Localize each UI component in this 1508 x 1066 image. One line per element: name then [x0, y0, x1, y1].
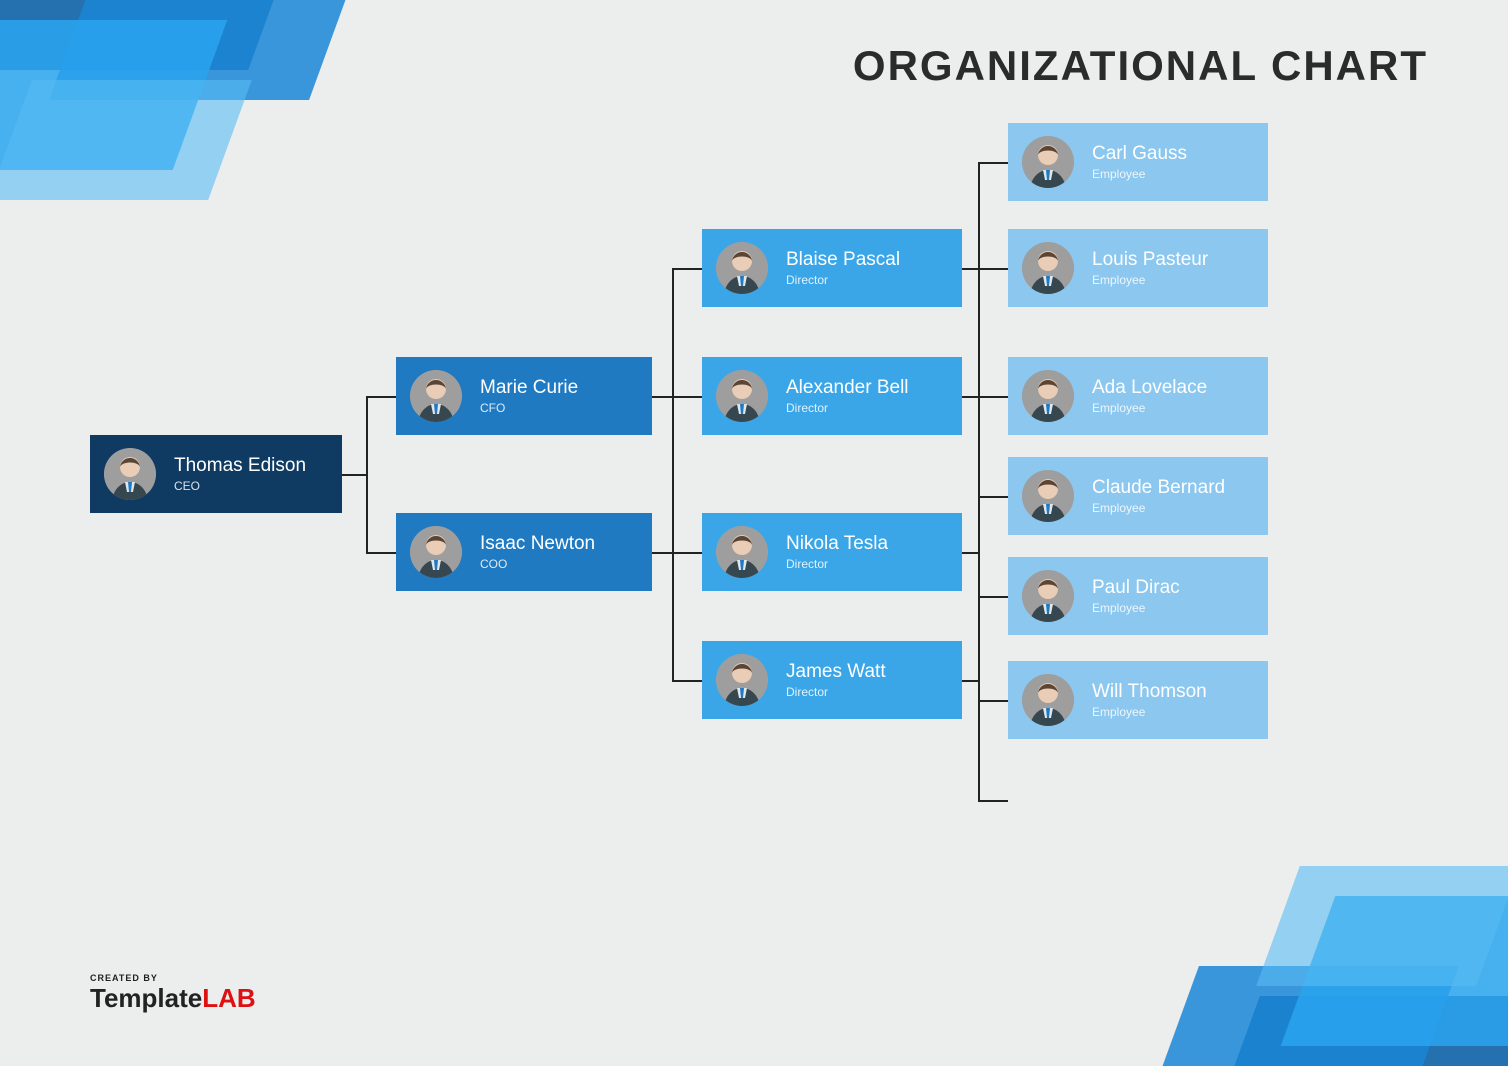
avatar-icon [716, 242, 768, 294]
credit-label: CREATED BY [90, 973, 256, 983]
node-name: James Watt [786, 661, 886, 683]
node-name: Louis Pasteur [1092, 249, 1208, 271]
node-name: Carl Gauss [1092, 143, 1187, 165]
node-director: Blaise Pascal Director [702, 229, 962, 307]
avatar-icon [1022, 570, 1074, 622]
node-name: Isaac Newton [480, 533, 595, 555]
avatar-icon [1022, 674, 1074, 726]
avatar-icon [410, 526, 462, 578]
avatar-icon [1022, 242, 1074, 294]
node-director: Nikola Tesla Director [702, 513, 962, 591]
node-name: Ada Lovelace [1092, 377, 1207, 399]
node-name: Marie Curie [480, 377, 578, 399]
node-cfo: Marie Curie CFO [396, 357, 652, 435]
footer-credit: CREATED BY TemplateLAB [90, 973, 256, 1014]
node-role: Director [786, 401, 909, 415]
node-ceo: Thomas Edison CEO [90, 435, 342, 513]
avatar-icon [104, 448, 156, 500]
node-role: Employee [1092, 273, 1208, 287]
page-title: ORGANIZATIONAL CHART [853, 42, 1428, 90]
node-employee: Claude Bernard Employee [1008, 457, 1268, 535]
node-role: Employee [1092, 167, 1187, 181]
node-role: Employee [1092, 601, 1180, 615]
node-role: Director [786, 685, 886, 699]
brand-name-b: LAB [202, 983, 255, 1013]
avatar-icon [410, 370, 462, 422]
node-employee: Will Thomson Employee [1008, 661, 1268, 739]
node-director: Alexander Bell Director [702, 357, 962, 435]
avatar-icon [716, 526, 768, 578]
brand-name-a: Template [90, 983, 202, 1013]
node-director: James Watt Director [702, 641, 962, 719]
node-role: CEO [174, 479, 306, 493]
node-role: Director [786, 557, 888, 571]
node-employee: Paul Dirac Employee [1008, 557, 1268, 635]
node-name: Nikola Tesla [786, 533, 888, 555]
node-employee: Ada Lovelace Employee [1008, 357, 1268, 435]
node-name: Thomas Edison [174, 455, 306, 477]
decor-top-left [0, 0, 460, 300]
avatar-icon [1022, 470, 1074, 522]
node-coo: Isaac Newton COO [396, 513, 652, 591]
node-name: Will Thomson [1092, 681, 1207, 703]
node-employee: Louis Pasteur Employee [1008, 229, 1268, 307]
node-name: Alexander Bell [786, 377, 909, 399]
avatar-icon [1022, 136, 1074, 188]
node-name: Claude Bernard [1092, 477, 1225, 499]
node-employee: Carl Gauss Employee [1008, 123, 1268, 201]
avatar-icon [716, 654, 768, 706]
node-name: Paul Dirac [1092, 577, 1180, 599]
node-role: CFO [480, 401, 578, 415]
node-role: Employee [1092, 501, 1225, 515]
avatar-icon [1022, 370, 1074, 422]
node-role: Director [786, 273, 900, 287]
node-name: Blaise Pascal [786, 249, 900, 271]
avatar-icon [716, 370, 768, 422]
node-role: Employee [1092, 705, 1207, 719]
node-role: COO [480, 557, 595, 571]
node-role: Employee [1092, 401, 1207, 415]
decor-bottom-right [1048, 766, 1508, 1066]
